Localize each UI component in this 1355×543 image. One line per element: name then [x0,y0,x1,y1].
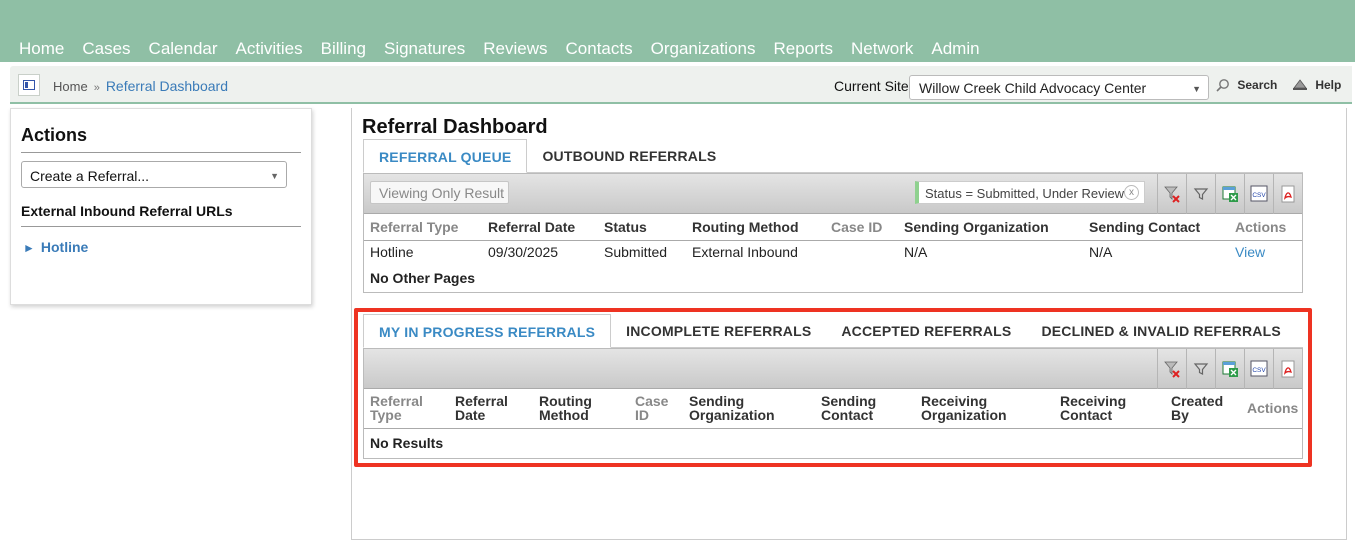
nav-items: Home Cases Calendar Activities Billing S… [19,39,998,59]
remove-filter-icon[interactable]: x [1124,185,1139,200]
table-row: Hotline 09/30/2025 Submitted External In… [364,240,1302,264]
create-referral-value: Create a Referral... [30,168,150,184]
breadcrumb-separator: » [93,82,100,94]
cell-sending-organization: N/A [904,244,928,261]
cell-routing-method: External Inbound [692,244,798,261]
col-sending-organization[interactable]: Sending Organization [898,214,1083,241]
excel-export-icon[interactable] [1215,174,1244,214]
highlight-box [354,308,1312,467]
export-tools: CSV [1157,174,1302,214]
hotline-label: Hotline [40,239,89,255]
pdf-export-icon[interactable] [1273,174,1302,214]
help-link[interactable]: Help [1292,78,1341,92]
tab-referral-queue[interactable]: REFERRAL QUEUE [363,139,528,173]
breadcrumb: Home » Referral Dashboard [53,78,228,94]
status-filter-chip: Status = Submitted, Under Review x [915,181,1145,204]
breadcrumb-bar: Home » Referral Dashboard Current Site Wil… [10,66,1352,104]
col-referral-date[interactable]: Referral Date [482,214,598,241]
top-nav: Home Cases Calendar Activities Billing S… [0,0,1355,62]
csv-icon-label: CSV [1252,192,1266,199]
nav-activities[interactable]: Activities [236,39,303,59]
nav-organizations[interactable]: Organizations [651,39,756,59]
nav-reports[interactable]: Reports [774,39,834,59]
nav-calendar[interactable]: Calendar [149,39,218,59]
cell-sending-contact: N/A [1089,244,1113,261]
col-routing-method[interactable]: Routing Method [686,214,825,241]
page-title: Referral Dashboard [362,116,548,138]
clear-filter-icon[interactable] [1157,174,1186,214]
tab-outbound-referrals[interactable]: OUTBOUND REFERRALS [527,139,731,173]
cell-case-id [825,240,898,264]
create-referral-select[interactable]: Create a Referral... ▼ [21,161,287,188]
pager-status: No Other Pages [370,270,476,286]
cell-referral-type: Hotline [370,244,414,261]
actions-panel: Actions Create a Referral... ▼ External … [10,108,312,305]
help-label: Help [1315,78,1342,92]
search-link[interactable]: Search [1216,78,1277,92]
table-footer-row: No Other Pages [364,264,1302,292]
help-icon [1292,78,1311,92]
nav-reviews[interactable]: Reviews [483,39,547,59]
current-site-select[interactable]: Willow Creek Child Advocacy Center ▼ [909,75,1209,100]
chevron-down-icon: ▼ [1192,84,1201,94]
chevron-down-icon: ▼ [270,171,279,181]
grid-toolbar: Viewing Only Result Status = Submitted, … [364,174,1302,214]
current-site-value: Willow Creek Child Advocacy Center [919,80,1147,96]
csv-export-icon[interactable]: CSV [1244,174,1273,214]
col-case-id[interactable]: Case ID [825,214,898,241]
current-site-label: Current Site [834,78,909,94]
hotline-link[interactable]: ► Hotline [23,239,88,255]
nav-billing[interactable]: Billing [321,39,366,59]
status-filter-text: Status = Submitted, Under Review [925,186,1125,201]
divider [21,226,301,227]
search-icon [1216,78,1233,92]
table-header-row: Referral Type Referral Date Status Routi… [364,214,1302,241]
nav-signatures[interactable]: Signatures [384,39,465,59]
nav-admin[interactable]: Admin [931,39,979,59]
referral-queue-table: Referral Type Referral Date Status Routi… [364,214,1302,292]
divider [21,152,301,153]
cell-status: Submitted [604,244,668,261]
sidebar-toggle-icon[interactable] [18,74,40,96]
filter-icon[interactable] [1186,174,1215,214]
queue-tabs: REFERRAL QUEUE OUTBOUND REFERRALS [363,139,731,173]
col-referral-type[interactable]: Referral Type [364,214,482,241]
view-link[interactable]: View [1235,244,1265,260]
viewing-only-result-button[interactable]: Viewing Only Result [370,181,509,204]
nav-contacts[interactable]: Contacts [566,39,633,59]
nav-network[interactable]: Network [851,39,913,59]
actions-title: Actions [21,125,88,145]
triangle-right-icon: ► [23,241,35,255]
breadcrumb-current[interactable]: Referral Dashboard [106,78,228,94]
col-sending-contact[interactable]: Sending Contact [1083,214,1229,241]
col-status[interactable]: Status [598,214,686,241]
nav-cases[interactable]: Cases [82,39,130,59]
cell-referral-date: 09/30/2025 [488,244,559,261]
nav-home[interactable]: Home [19,39,64,59]
col-actions: Actions [1229,214,1302,241]
search-label: Search [1237,78,1278,92]
external-referral-heading: External Inbound Referral URLs [21,203,233,219]
breadcrumb-home[interactable]: Home [53,79,88,94]
referral-queue-grid: Viewing Only Result Status = Submitted, … [363,173,1303,293]
